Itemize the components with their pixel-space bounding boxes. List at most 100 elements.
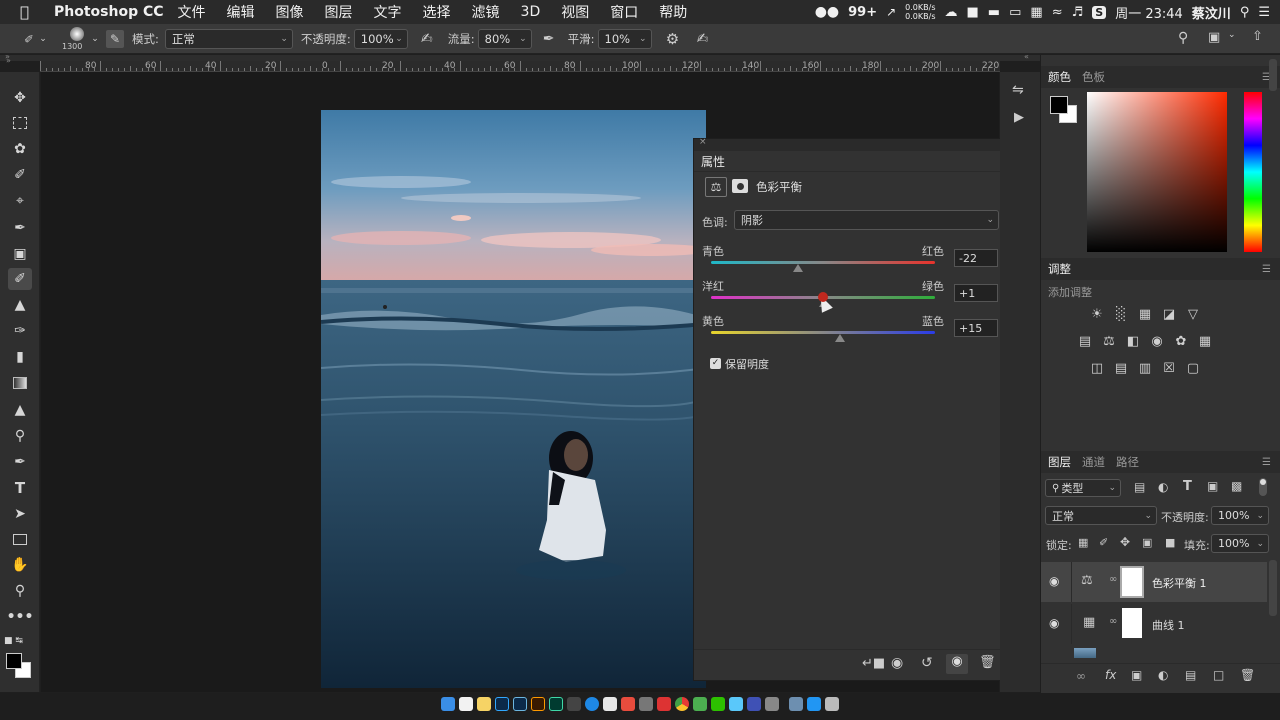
trash-icon[interactable]: [825, 697, 839, 711]
tab-color[interactable]: 颜色: [1048, 69, 1071, 85]
app-icon[interactable]: [603, 697, 617, 711]
layer-name[interactable]: 曲线 1: [1152, 617, 1185, 633]
close-icon[interactable]: ×: [699, 137, 707, 147]
filter-shape-icon[interactable]: ▣: [1207, 479, 1218, 493]
filter-adjustment-icon[interactable]: ◐: [1158, 480, 1168, 494]
new-group-icon[interactable]: ▤: [1185, 668, 1196, 682]
selective-color-icon[interactable]: ☒: [1160, 360, 1178, 376]
menu-image[interactable]: 图像: [276, 2, 304, 22]
channel-mixer-icon[interactable]: ✿: [1172, 333, 1190, 349]
illustrator-icon[interactable]: [531, 697, 545, 711]
workspace-chevron-icon[interactable]: ⌄: [1228, 30, 1236, 40]
marquee-tool-icon[interactable]: [8, 112, 32, 134]
panel-menu-icon[interactable]: ☰: [1262, 457, 1271, 468]
collapse-tools-icon[interactable]: »: [6, 56, 11, 65]
more-tools-icon[interactable]: •••: [7, 606, 34, 628]
mask-icon[interactable]: [732, 179, 748, 193]
wechat-icon[interactable]: ●●: [815, 4, 839, 20]
vibrance-icon[interactable]: ▽: [1184, 306, 1202, 322]
menu-help[interactable]: 帮助: [659, 2, 687, 22]
stamp-tool-icon[interactable]: ▲: [8, 294, 32, 316]
threshold-icon[interactable]: ▥: [1136, 360, 1154, 376]
quick-select-tool-icon[interactable]: ✐: [8, 164, 32, 186]
menu-3d[interactable]: 3D: [521, 4, 541, 20]
cyan-red-track[interactable]: [711, 261, 935, 264]
lock-all-icon[interactable]: ■: [1165, 536, 1175, 549]
history-brush-tool-icon[interactable]: ✑: [8, 320, 32, 342]
app-icon[interactable]: [657, 697, 671, 711]
chrome-icon[interactable]: [675, 697, 689, 711]
safari-icon[interactable]: [585, 697, 599, 711]
tone-select[interactable]: 阴影 ⌄: [734, 210, 999, 230]
filter-pixel-icon[interactable]: ▤: [1134, 480, 1145, 494]
user-name[interactable]: 蔡汶川: [1192, 3, 1231, 22]
filter-type-icon[interactable]: T: [1183, 479, 1192, 494]
wifi-icon[interactable]: ≈: [1052, 5, 1063, 20]
link-icon[interactable]: ∞: [1109, 574, 1117, 585]
layer-name[interactable]: 色彩平衡 1: [1152, 575, 1207, 591]
filter-toggle[interactable]: [1259, 478, 1267, 496]
window-icon[interactable]: ▦: [1030, 5, 1042, 20]
menu-file[interactable]: 文件: [178, 2, 206, 22]
menu-edit[interactable]: 编辑: [227, 2, 255, 22]
photoshop-icon[interactable]: [495, 697, 509, 711]
brightness-contrast-icon[interactable]: ☀: [1088, 306, 1106, 322]
layer-row[interactable]: ◉ ▦ ∞ 曲线 1: [1041, 604, 1267, 644]
app-icon[interactable]: [621, 697, 635, 711]
exposure-icon[interactable]: ◪: [1160, 306, 1178, 322]
search-icon[interactable]: ⚲: [1178, 30, 1188, 46]
menu-select[interactable]: 选择: [423, 2, 451, 22]
filter-smart-object-icon[interactable]: ▩: [1231, 479, 1242, 493]
expand-icon[interactable]: ↗: [886, 5, 896, 19]
rectangle-tool-icon[interactable]: [8, 528, 32, 550]
trash-icon[interactable]: 🗑: [979, 655, 996, 670]
lightroom-icon[interactable]: [513, 697, 527, 711]
swap-colors-icon[interactable]: ■ ↹: [4, 630, 34, 652]
pressure-size-icon[interactable]: ✍: [694, 31, 712, 47]
share-icon[interactable]: ⇧: [1252, 29, 1263, 44]
layer-mask-thumbnail[interactable]: [1122, 608, 1142, 638]
color-balance-icon[interactable]: ⚖: [1100, 333, 1118, 349]
app-icon[interactable]: [807, 697, 821, 711]
visibility-icon[interactable]: ◉: [1049, 574, 1059, 588]
dodge-tool-icon[interactable]: ⚲: [8, 425, 32, 447]
brush-panel-icon[interactable]: ✎: [106, 29, 124, 48]
app-icon[interactable]: [765, 697, 779, 711]
layer-opacity-input[interactable]: 100% ⌄: [1211, 506, 1269, 525]
smoothing-input[interactable]: 10% ⌄: [597, 28, 652, 49]
tab-paths[interactable]: 路径: [1116, 454, 1139, 470]
eyedropper-tool-icon[interactable]: ✒: [8, 217, 32, 239]
actions-play-icon[interactable]: ▶: [1014, 110, 1024, 125]
posterize-icon[interactable]: ▤: [1112, 360, 1130, 376]
layer-mask-thumbnail[interactable]: [1120, 566, 1144, 598]
app-icon[interactable]: [747, 697, 761, 711]
zoom-tool-icon[interactable]: ⚲: [8, 580, 32, 602]
panel-menu-icon[interactable]: ☰: [1262, 264, 1271, 275]
notes-icon[interactable]: [477, 697, 491, 711]
crop-tool-icon[interactable]: ⌖: [8, 190, 32, 212]
finder-icon[interactable]: [441, 697, 455, 711]
color-lookup-icon[interactable]: ▦: [1196, 333, 1214, 349]
hand-tool-icon[interactable]: ✋: [8, 554, 32, 576]
blend-mode-select[interactable]: 正常 ⌄: [1045, 506, 1157, 525]
menu-window[interactable]: 窗口: [610, 2, 638, 22]
foreground-color-chip[interactable]: [1050, 96, 1068, 114]
color-field[interactable]: [1087, 92, 1227, 252]
menu-view[interactable]: 视图: [561, 2, 589, 22]
app-icon[interactable]: [729, 697, 743, 711]
new-adjustment-icon[interactable]: ◐: [1158, 668, 1168, 682]
search-icon[interactable]: ⚲: [1240, 5, 1250, 20]
layer-filter-select[interactable]: ⚲ 类型 ⌄: [1045, 479, 1121, 497]
app-icon[interactable]: [567, 697, 581, 711]
hue-saturation-icon[interactable]: ▤: [1076, 333, 1094, 349]
delete-layer-icon[interactable]: 🗑: [1240, 668, 1255, 682]
type-tool-icon[interactable]: T: [8, 477, 32, 499]
brush-tool-icon[interactable]: ✐: [8, 268, 32, 290]
cloud-icon[interactable]: ☁: [945, 5, 958, 20]
preserve-luminosity-checkbox[interactable]: ✓: [710, 358, 721, 369]
balance-icon[interactable]: ⚖: [705, 177, 727, 197]
layer-row-partial[interactable]: [1041, 646, 1267, 658]
panel-scrollbar[interactable]: [1269, 59, 1277, 91]
app-menu[interactable]: Photoshop CC: [54, 4, 164, 20]
view-previous-icon[interactable]: ◉: [891, 655, 903, 671]
